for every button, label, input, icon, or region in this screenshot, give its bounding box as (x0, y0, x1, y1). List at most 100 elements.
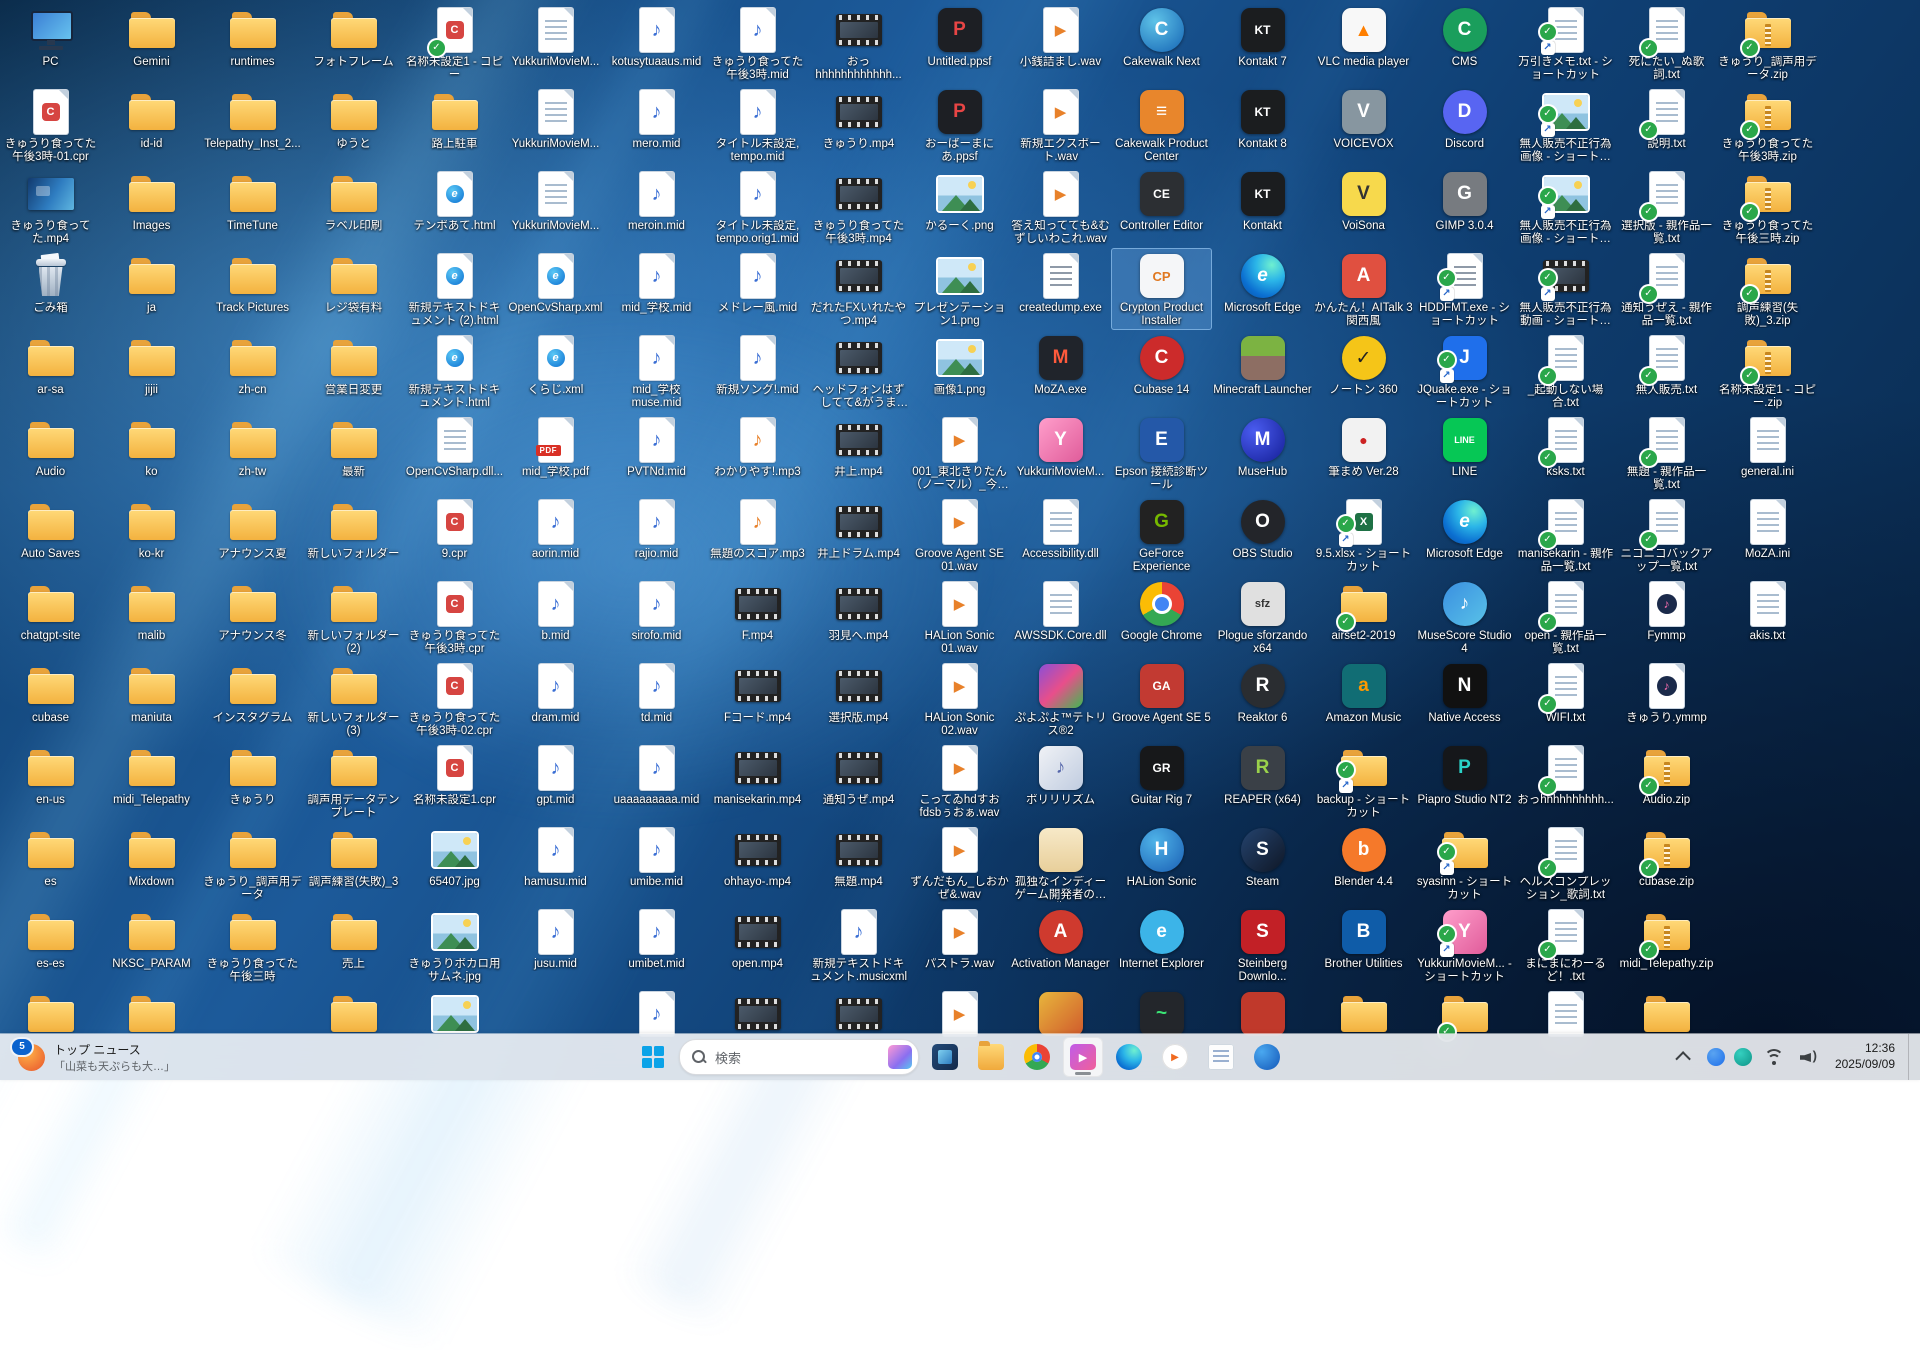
desktop-icon[interactable]: ▶HALion Sonic 01.wav (909, 576, 1010, 658)
desktop-icon[interactable]: Images (101, 166, 202, 248)
desktop-icon[interactable]: NNative Access (1414, 658, 1515, 740)
desktop-icon[interactable]: きゅうり食ってた午後三時 (202, 904, 303, 986)
desktop-icon[interactable]: AActivation Manager (1010, 904, 1111, 986)
desktop-icon[interactable]: cubase (0, 658, 101, 740)
desktop-icon[interactable]: ♪ポリリリズム (1010, 740, 1111, 822)
desktop-icon[interactable]: TimeTune (202, 166, 303, 248)
desktop-icon[interactable]: ✓きゅうり食ってた午後3時.zip (1717, 84, 1818, 166)
desktop-icon[interactable]: ✓選択版 - 親作品一覧.txt (1616, 166, 1717, 248)
desktop-icon[interactable]: VVoiSona (1313, 166, 1414, 248)
desktop-icon[interactable]: ko (101, 412, 202, 494)
desktop-icon[interactable]: きゅうり_調声用データ (202, 822, 303, 904)
desktop-icon[interactable]: ▶HALion Sonic 02.wav (909, 658, 1010, 740)
desktop-icon[interactable]: ✓ヘルスコンプレッション_歌詞.txt (1515, 822, 1616, 904)
desktop-icon[interactable]: Cきゅうり食ってた午後3時-02.cpr (404, 658, 505, 740)
desktop-icon[interactable]: F.mp4 (707, 576, 808, 658)
desktop-icon[interactable]: ✓きゅうり食ってた午後三時.zip (1717, 166, 1818, 248)
desktop-icon[interactable]: きゅうりボカロ用サムネ.jpg (404, 904, 505, 986)
desktop-icon[interactable]: NKSC_PARAM (101, 904, 202, 986)
desktop-icon[interactable]: ぷよぷよ™テトリス®2 (1010, 658, 1111, 740)
desktop-icon[interactable]: ✓ニコニコバックアップ一覧.txt (1616, 494, 1717, 576)
desktop-icon[interactable]: ✓まにまにわーるど！.txt (1515, 904, 1616, 986)
desktop-icon[interactable]: ♪meroin.mid (606, 166, 707, 248)
desktop-icon[interactable]: きゅうり食ってた.mp4 (0, 166, 101, 248)
desktop-icon[interactable]: OOBS Studio (1212, 494, 1313, 576)
desktop-icon[interactable]: 売上 (303, 904, 404, 986)
desktop-icon[interactable]: ♪MuseScore Studio 4 (1414, 576, 1515, 658)
desktop-icon[interactable]: eMicrosoft Edge (1414, 494, 1515, 576)
desktop-icon[interactable]: CCMS (1414, 2, 1515, 84)
desktop-icon[interactable]: MMoZA.exe (1010, 330, 1111, 412)
desktop-icon[interactable]: ✓WIFI.txt (1515, 658, 1616, 740)
desktop-icon[interactable]: J↗✓JQuake.exe - ショートカット (1414, 330, 1515, 412)
desktop-icon[interactable]: CCubase 14 (1111, 330, 1212, 412)
desktop-icon[interactable]: ▶新規エクスポート.wav (1010, 84, 1111, 166)
desktop-icon[interactable]: AWSSDK.Core.dll (1010, 576, 1111, 658)
desktop-icon[interactable]: akis.txt (1717, 576, 1818, 658)
desktop-icon[interactable]: OpenCvSharp.dll... (404, 412, 505, 494)
desktop-icon[interactable]: ja (101, 248, 202, 330)
desktop-icon[interactable]: aAmazon Music (1313, 658, 1414, 740)
desktop-icon[interactable]: ✓無題 - 親作品一覧.txt (1616, 412, 1717, 494)
desktop-icon[interactable]: BBrother Utilities (1313, 904, 1414, 986)
desktop-icon[interactable]: Gemini (101, 2, 202, 84)
desktop-icon[interactable]: SSteinberg Downlo... (1212, 904, 1313, 986)
desktop-icon[interactable]: 通知うぜ.mp4 (808, 740, 909, 822)
desktop-icon[interactable]: ar-sa (0, 330, 101, 412)
desktop-icon[interactable]: ✓名称未設定1 - コピー.zip (1717, 330, 1818, 412)
desktop-icon[interactable]: eOpenCvSharp.xml (505, 248, 606, 330)
taskbar-app-notepad[interactable] (1201, 1037, 1241, 1077)
desktop-icon[interactable]: id-id (101, 84, 202, 166)
desktop-icon[interactable]: ♪umibet.mid (606, 904, 707, 986)
desktop-icon[interactable]: ♪dram.mid (505, 658, 606, 740)
desktop-icon[interactable]: ♪td.mid (606, 658, 707, 740)
desktop-icon[interactable]: 新しいフォルダー (303, 494, 404, 576)
desktop-icon[interactable]: ♪きゅうり食ってた午後3時.mid (707, 2, 808, 84)
desktop-icon[interactable]: zh-cn (202, 330, 303, 412)
start-button[interactable] (633, 1037, 673, 1077)
desktop-icon[interactable]: レジ袋有料 (303, 248, 404, 330)
desktop-icon[interactable]: ごみ箱 (0, 248, 101, 330)
desktop-icon[interactable]: 調声練習(失敗)_3 (303, 822, 404, 904)
desktop-icon[interactable]: YukkuriMovieM... (505, 84, 606, 166)
desktop-icon[interactable]: ♪b.mid (505, 576, 606, 658)
desktop-icon[interactable]: ●筆まめ Ver.28 (1313, 412, 1414, 494)
desktop-icon[interactable]: CCakewalk Next (1111, 2, 1212, 84)
desktop-icon[interactable]: Fコード.mp4 (707, 658, 808, 740)
desktop-icon[interactable]: RREAPER (x64) (1212, 740, 1313, 822)
desktop-icon[interactable]: ♪aorin.mid (505, 494, 606, 576)
desktop-icon[interactable]: ↗✓HDDFMT.exe - ショートカット (1414, 248, 1515, 330)
desktop-icon[interactable]: eくらじ.xml (505, 330, 606, 412)
desktop-icon[interactable]: HHALion Sonic (1111, 822, 1212, 904)
desktop-icon[interactable]: RReaktor 6 (1212, 658, 1313, 740)
desktop-icon[interactable]: eMicrosoft Edge (1212, 248, 1313, 330)
desktop-icon[interactable]: ✓open - 親作品一覧.txt (1515, 576, 1616, 658)
desktop-icon[interactable]: ヘッドフォンはずしてて&がうます!.mp4 (808, 330, 909, 412)
desktop-icon[interactable]: KTKontakt 7 (1212, 2, 1313, 84)
desktop-icon[interactable]: ✓cubase.zip (1616, 822, 1717, 904)
tray-app-teal-icon[interactable] (1734, 1048, 1752, 1066)
taskbar-app-file-explorer[interactable] (971, 1037, 1011, 1077)
desktop-icon[interactable]: 羽見へ.mp4 (808, 576, 909, 658)
desktop-icon[interactable]: ✓無人販売.txt (1616, 330, 1717, 412)
desktop-icon[interactable]: maniuta (101, 658, 202, 740)
desktop-icon[interactable]: ↗✓無人販売不正行為画像 - ショートカッ... (1515, 84, 1616, 166)
network-button[interactable] (1761, 1037, 1787, 1077)
desktop-icon[interactable]: ♪Fymmp (1616, 576, 1717, 658)
desktop-icon[interactable]: bBlender 4.4 (1313, 822, 1414, 904)
desktop-icon[interactable]: 新しいフォルダー (2) (303, 576, 404, 658)
desktop-icon[interactable]: X↗✓9.5.xlsx - ショートカット (1313, 494, 1414, 576)
desktop-icon[interactable]: ▶答え知ってても&むずしいわこれ.wav (1010, 166, 1111, 248)
desktop-icon[interactable]: GRGuitar Rig 7 (1111, 740, 1212, 822)
desktop-icon[interactable]: フォトフレーム (303, 2, 404, 84)
desktop-icon[interactable]: ♪わかりやす!.mp3 (707, 412, 808, 494)
desktop-icon[interactable]: e新規テキストドキュメント.html (404, 330, 505, 412)
desktop-icon[interactable]: ▶ずんだもん_しおかぜ&.wav (909, 822, 1010, 904)
desktop-icon[interactable]: Auto Saves (0, 494, 101, 576)
desktop-icon[interactable]: es (0, 822, 101, 904)
desktop-icon[interactable]: ▶小銭詰まし.wav (1010, 2, 1111, 84)
desktop-icon[interactable]: Audio (0, 412, 101, 494)
desktop-icon[interactable]: ✓midi_Telepathy.zip (1616, 904, 1717, 986)
desktop-icon[interactable]: ラベル印刷 (303, 166, 404, 248)
desktop-icon[interactable]: EEpson 接続診断ツール (1111, 412, 1212, 494)
